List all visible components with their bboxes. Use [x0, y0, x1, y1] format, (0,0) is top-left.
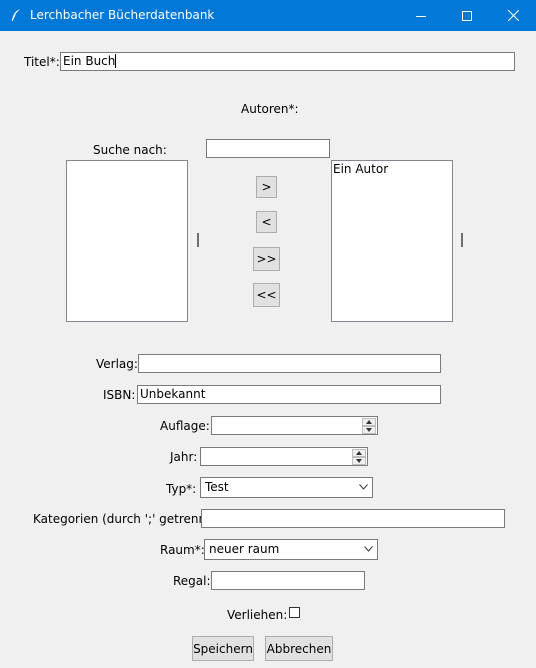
add-author-button[interactable]: >: [256, 176, 277, 198]
edition-spin-arrows: [362, 418, 376, 434]
lent-checkbox[interactable]: [289, 607, 300, 618]
publisher-label: Verlag:: [96, 357, 138, 371]
maximize-icon: [462, 10, 472, 21]
authors-label: Autoren*:: [241, 102, 299, 116]
close-button[interactable]: [490, 0, 536, 31]
save-button[interactable]: Speichern: [192, 636, 254, 661]
categories-input[interactable]: [201, 509, 505, 528]
search-label: Suche nach:: [93, 143, 167, 157]
selected-authors-scrollbar[interactable]: [461, 233, 463, 247]
add-all-authors-button[interactable]: >>: [253, 247, 280, 271]
close-icon: [507, 10, 519, 21]
categories-label: Kategorien (durch ';' getrennt):: [33, 512, 220, 526]
type-select[interactable]: Test: [200, 477, 373, 498]
room-label: Raum*:: [160, 543, 205, 557]
remove-author-button[interactable]: <: [256, 211, 277, 233]
author-search-input[interactable]: [206, 139, 330, 158]
lent-label: Verliehen:: [227, 608, 288, 622]
type-select-value: Test: [205, 480, 229, 494]
title-label: Titel*:: [24, 55, 60, 69]
room-select[interactable]: neuer raum: [204, 539, 378, 560]
caret-down-icon: [356, 459, 362, 463]
window-title: Lerchbacher Bücherdatenbank: [30, 8, 215, 22]
edition-label: Auflage:: [160, 419, 210, 433]
minimize-button[interactable]: [398, 0, 444, 31]
caret-up-icon: [356, 451, 362, 455]
cancel-button[interactable]: Abbrechen: [265, 636, 333, 661]
title-input-value: Ein Buch: [63, 54, 116, 68]
year-spinbox[interactable]: [200, 447, 368, 466]
room-select-value: neuer raum: [209, 542, 280, 556]
list-item[interactable]: Ein Autor: [332, 161, 452, 177]
feather-icon: [9, 8, 23, 22]
isbn-label: ISBN:: [103, 388, 136, 402]
year-spin-arrows: [352, 449, 366, 465]
chevron-down-icon: [359, 484, 368, 490]
year-decrement-button[interactable]: [352, 457, 366, 465]
window-titlebar: Lerchbacher Bücherdatenbank: [0, 0, 536, 31]
chevron-down-icon: [364, 546, 373, 552]
edition-decrement-button[interactable]: [362, 426, 376, 434]
title-input[interactable]: Ein Buch: [60, 52, 515, 71]
available-authors-list[interactable]: [66, 160, 188, 322]
edition-increment-button[interactable]: [362, 418, 376, 426]
year-increment-button[interactable]: [352, 449, 366, 457]
year-label: Jahr:: [170, 450, 198, 464]
publisher-input[interactable]: [138, 354, 441, 373]
selected-authors-list[interactable]: Ein Autor: [331, 160, 453, 322]
remove-all-authors-button[interactable]: <<: [253, 283, 280, 307]
shelf-label: Regal:: [173, 574, 211, 588]
minimize-icon: [416, 15, 426, 17]
caret-down-icon: [366, 428, 372, 432]
isbn-input[interactable]: Unbekannt: [137, 385, 441, 404]
shelf-input[interactable]: [211, 571, 365, 590]
available-authors-scrollbar[interactable]: [197, 233, 199, 247]
caret-up-icon: [366, 420, 372, 424]
maximize-button[interactable]: [444, 0, 490, 31]
edition-spinbox[interactable]: [211, 416, 378, 435]
type-label: Typ*:: [166, 482, 197, 496]
text-cursor: [115, 54, 117, 68]
isbn-value: Unbekannt: [140, 387, 206, 401]
